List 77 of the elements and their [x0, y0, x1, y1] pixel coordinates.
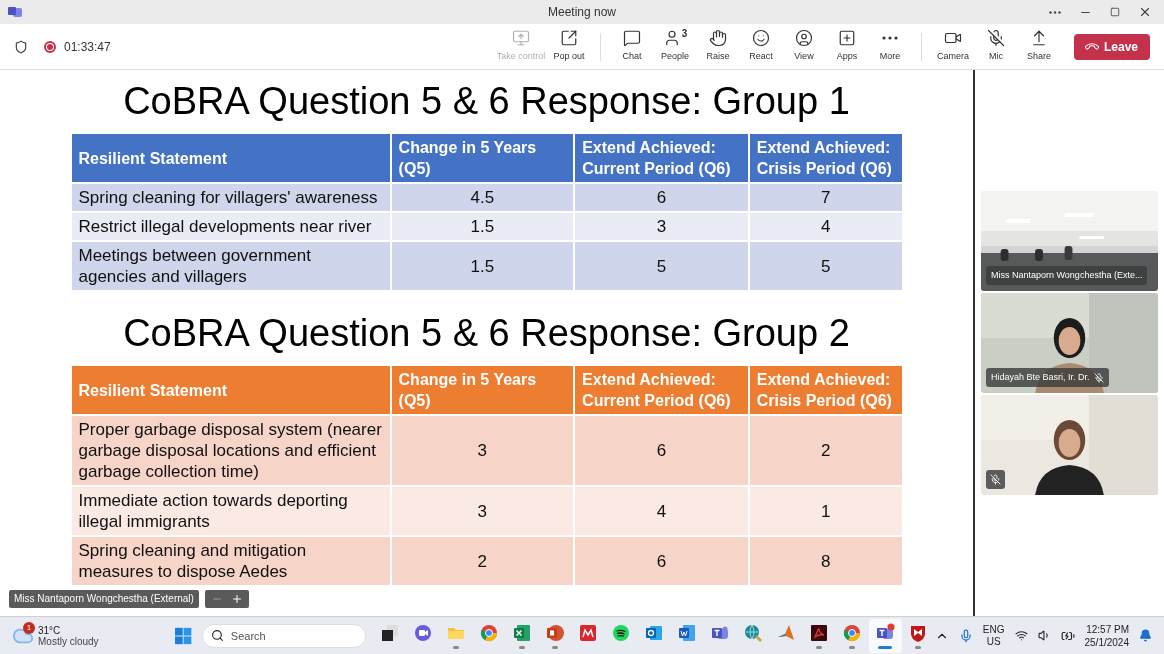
spreadsheet-icon: [512, 622, 533, 643]
slide-title: CoBRA Question 5 & 6 Response: Group 1: [123, 79, 850, 124]
chat-icon: [622, 29, 641, 48]
column-header: Extend Achieved: Current Period (Q6): [574, 365, 749, 415]
shield-icon: [14, 39, 28, 54]
column-header: Extend Achieved: Crisis Period (Q6): [748, 133, 903, 183]
app-logo-icon: [8, 6, 22, 18]
meeting-timer: 01:33:47: [64, 38, 111, 56]
mic-off-icon: [986, 29, 1005, 48]
table-cell: 5: [748, 241, 903, 291]
close-icon[interactable]: [1138, 5, 1152, 19]
toolbar-button[interactable]: Camera: [931, 29, 974, 64]
clock-date[interactable]: 25/1/2024: [1084, 635, 1129, 649]
maximize-icon[interactable]: [1110, 7, 1120, 17]
toolbar-button[interactable]: Chat: [610, 29, 653, 64]
search-icon: [210, 629, 224, 642]
language-label[interactable]: ENG: [982, 623, 1005, 636]
document-icon: [677, 622, 698, 643]
pdf-icon: [809, 622, 830, 643]
column-header: Extend Achieved: Current Period (Q6): [574, 133, 749, 183]
screen-icon: [511, 29, 530, 48]
toolbar-button[interactable]: 3 People: [653, 29, 696, 64]
table-cell: 5: [574, 241, 749, 291]
more-icon[interactable]: [1049, 10, 1061, 14]
user-circle-icon: [794, 29, 813, 48]
people-count: 3: [681, 29, 688, 40]
volume-icon[interactable]: [1037, 629, 1051, 642]
globe-search-icon: [743, 622, 764, 643]
column-header: Change in 5 Years (Q5): [390, 365, 575, 415]
table-cell: 6: [574, 536, 749, 586]
music-icon: [611, 622, 632, 643]
table-cell: 2: [390, 536, 575, 586]
pop-out-icon: [559, 29, 578, 48]
slide-title: CoBRA Question 5 & 6 Response: Group 2: [123, 311, 850, 356]
plus-square-icon: [837, 29, 856, 48]
start-icon[interactable]: [175, 626, 192, 645]
toolbar-button[interactable]: Raise: [696, 29, 739, 64]
table-cell: 8: [748, 536, 903, 586]
search-field[interactable]: Search: [201, 624, 366, 648]
column-header: Change in 5 Years (Q5): [390, 133, 575, 183]
region-label[interactable]: US: [986, 635, 1001, 648]
clock-time[interactable]: 12:57 PM: [1086, 622, 1129, 636]
taskbar-app[interactable]: [868, 618, 902, 653]
browser-icon: [479, 622, 500, 643]
network-icon: [578, 622, 599, 643]
toolbar-button[interactable]: More: [868, 29, 911, 64]
participant-name: Miss Nantaporn Wongchestha (Exte...: [986, 266, 1148, 285]
column-header: Resilient Statement: [70, 133, 391, 183]
toolbar-button[interactable]: Apps: [825, 29, 868, 64]
column-header: Extend Achieved: Crisis Period (Q6): [748, 365, 903, 415]
participant-name: Hidayah Bte Basri, Ir. Dr.: [986, 368, 1109, 387]
toolbar-button[interactable]: Share: [1017, 29, 1060, 64]
zoom-in-icon[interactable]: [230, 593, 243, 605]
window-title: Meeting now: [548, 4, 616, 21]
mic-icon[interactable]: [958, 628, 973, 643]
wifi-icon[interactable]: [1014, 629, 1028, 642]
toolbar-button[interactable]: View: [782, 29, 825, 64]
hand-icon: [708, 29, 727, 48]
column-header: Resilient Statement: [70, 365, 391, 415]
weather-temp: 31°C: [38, 624, 62, 636]
leave-button[interactable]: Leave: [1073, 33, 1150, 60]
toolbar-button[interactable]: Mic: [974, 29, 1017, 64]
video-chat-icon: [413, 622, 434, 643]
smiley-icon: [751, 29, 770, 48]
more-icon: [881, 36, 898, 41]
table-cell: 1.5: [390, 241, 575, 291]
toolbar-button[interactable]: Pop out: [547, 29, 590, 64]
task-view-icon: [380, 622, 401, 643]
bell-icon[interactable]: [1139, 629, 1152, 642]
presenter-label: Miss Nantaporn Wongchestha (External): [9, 590, 199, 608]
browser-icon: [842, 622, 863, 643]
notification-badge: 1: [23, 621, 35, 634]
table-cell: Spring cleaning and mitigation measures to dispose Aedes: [70, 536, 391, 586]
weather-condition: Mostly cloudy: [38, 635, 99, 647]
presentation-icon: [545, 622, 566, 643]
toolbar-button[interactable]: React: [739, 29, 782, 64]
table-cell: Meetings between government agencies and villagers: [70, 241, 391, 291]
